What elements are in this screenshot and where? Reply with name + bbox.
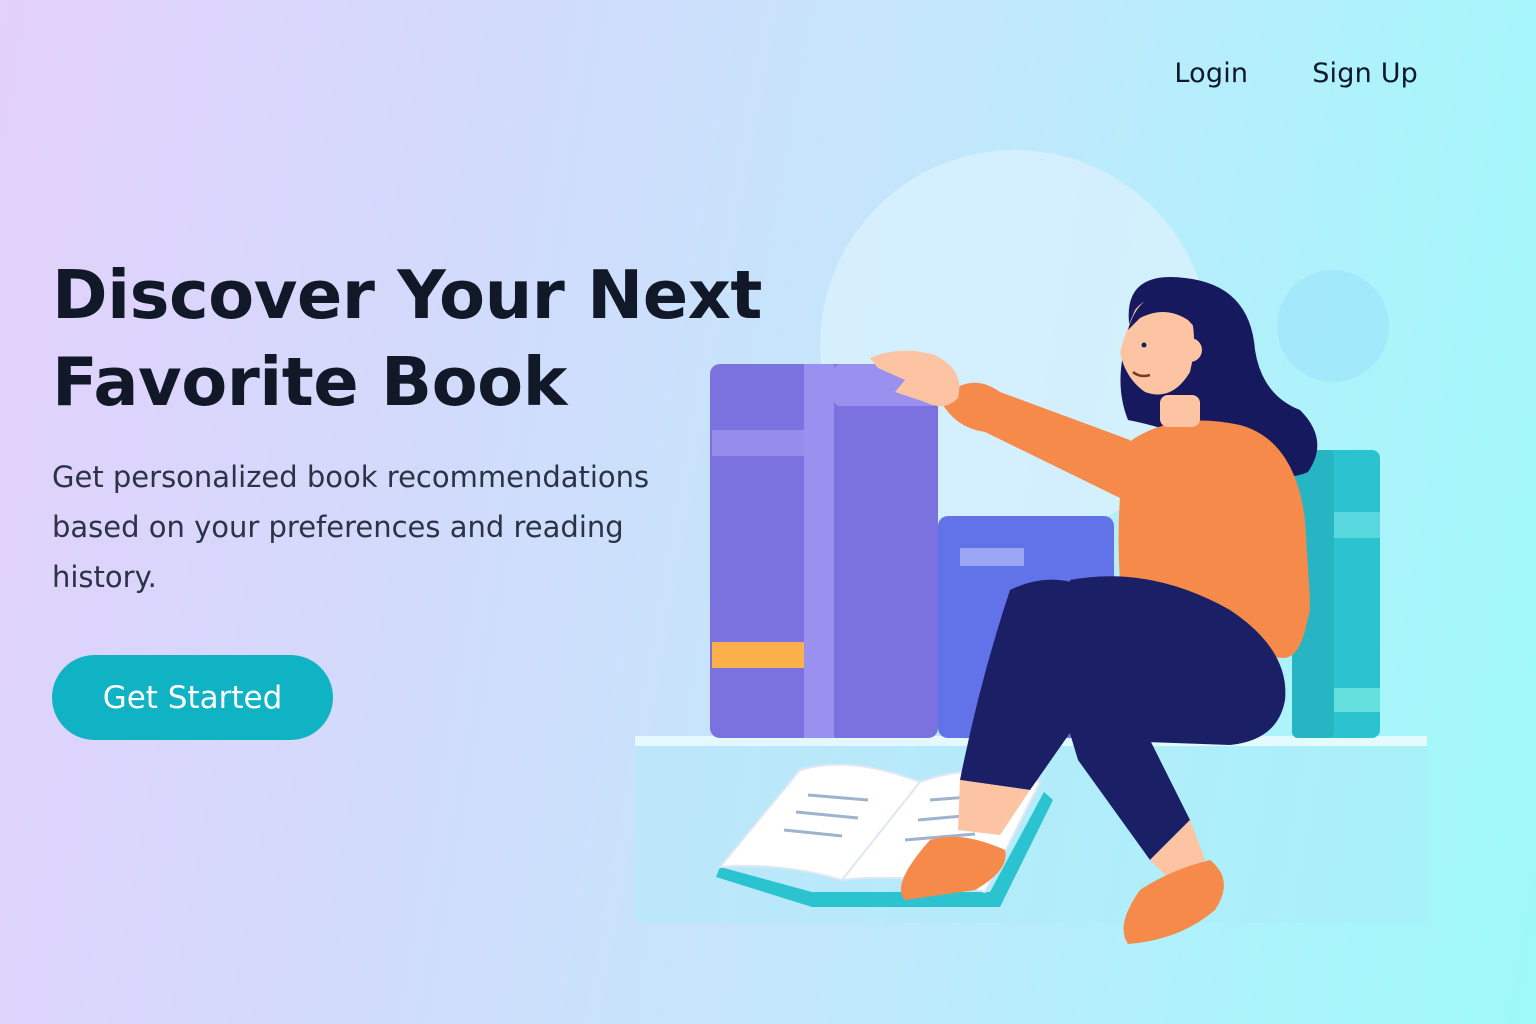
get-started-button[interactable]: Get Started bbox=[52, 655, 333, 740]
hero-title-line-2: Favorite Book bbox=[52, 343, 567, 421]
purple-book-icon bbox=[710, 364, 938, 738]
background-circle-small bbox=[1277, 270, 1389, 382]
login-link[interactable]: Login bbox=[1174, 58, 1248, 89]
hero-subtitle: Get personalized book recommendations ba… bbox=[52, 460, 650, 594]
signup-link[interactable]: Sign Up bbox=[1312, 58, 1418, 89]
hero-illustration bbox=[635, 150, 1427, 944]
top-nav: Login Sign Up bbox=[1174, 58, 1418, 89]
